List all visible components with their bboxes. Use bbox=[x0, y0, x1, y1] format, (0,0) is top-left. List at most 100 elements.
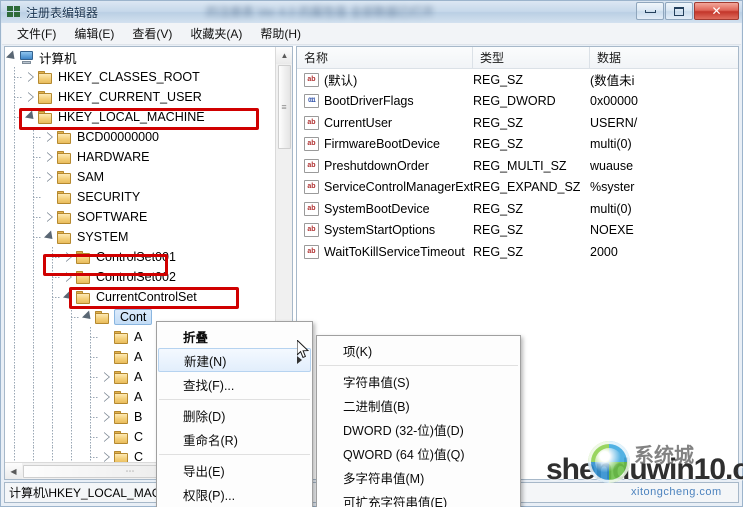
context-menu-item[interactable]: 删除(D) bbox=[157, 403, 312, 427]
tree-guide bbox=[24, 387, 43, 407]
table-row[interactable]: ab PreshutdownOrder REG_MULTI_SZ wuause bbox=[297, 155, 738, 177]
tree-item-label: HKEY_LOCAL_MACHINE bbox=[58, 110, 205, 124]
tree-guide bbox=[62, 447, 81, 462]
menu-help[interactable]: 帮助(H) bbox=[251, 23, 310, 44]
value-name-cell: ab PreshutdownOrder bbox=[297, 158, 473, 173]
table-row[interactable]: ab FirmwareBootDevice REG_SZ multi(0) bbox=[297, 134, 738, 156]
tree-item-label: HKEY_CURRENT_USER bbox=[58, 90, 202, 104]
tree-item-hkey-current-user[interactable]: HKEY_CURRENT_USER bbox=[5, 87, 275, 107]
context-menu-item[interactable]: 折叠 bbox=[157, 324, 312, 348]
submenu-item[interactable]: 多字符串值(M) bbox=[317, 465, 520, 489]
title-bar: 注册表编辑器 的注册表 Ver 4.0 的属性值 全部数据已打开 ✕ bbox=[1, 1, 742, 23]
tree-item-software[interactable]: SOFTWARE bbox=[5, 207, 275, 227]
new-submenu[interactable]: 项(K) 字符串值(S) 二进制值(B) DWORD (32-位)值(D) QWORD … bbox=[316, 335, 521, 507]
menu-favorites[interactable]: 收藏夹(A) bbox=[181, 23, 251, 44]
menu-edit[interactable]: 编辑(E) bbox=[65, 23, 123, 44]
expand-arrow-icon[interactable] bbox=[43, 127, 56, 147]
table-row[interactable]: ab SystemBootDevice REG_SZ multi(0) bbox=[297, 198, 738, 220]
maximize-button[interactable] bbox=[665, 2, 693, 20]
tree-guide bbox=[81, 327, 100, 347]
tree-guide bbox=[24, 327, 43, 347]
expand-arrow-icon[interactable] bbox=[100, 427, 113, 447]
values-list[interactable]: ab (默认) REG_SZ (数值未i 011100 BootDriverFlags RE… bbox=[297, 69, 738, 263]
submenu-item[interactable]: DWORD (32-位)值(D) bbox=[317, 417, 520, 441]
expand-arrow-icon[interactable] bbox=[43, 147, 56, 167]
expand-arrow-icon[interactable] bbox=[62, 267, 75, 287]
tree-item-controlset002[interactable]: ControlSet002 bbox=[5, 267, 275, 287]
expand-arrow-icon[interactable] bbox=[100, 447, 113, 462]
collapse-arrow-icon[interactable] bbox=[81, 307, 94, 327]
tree-guide bbox=[43, 407, 62, 427]
submenu-item[interactable]: 项(K) bbox=[317, 338, 520, 362]
collapse-arrow-icon[interactable] bbox=[62, 287, 75, 307]
collapse-arrow-icon[interactable] bbox=[24, 107, 37, 127]
table-row[interactable]: ab (默认) REG_SZ (数值未i bbox=[297, 69, 738, 91]
tree-item-hkey-local-machine[interactable]: HKEY_LOCAL_MACHINE bbox=[5, 107, 275, 127]
tree-item-currentcontrolset[interactable]: CurrentControlSet bbox=[5, 287, 275, 307]
tree-guide bbox=[81, 347, 100, 367]
context-menu-item[interactable]: 新建(N) bbox=[158, 348, 311, 372]
blurred-title-text: 的注册表 Ver 4.0 的属性值 全部数据已打开 bbox=[206, 5, 435, 18]
table-row[interactable]: ab SystemStartOptions REG_SZ NOEXE bbox=[297, 220, 738, 242]
tree-guide bbox=[43, 267, 62, 287]
expand-arrow-icon[interactable] bbox=[43, 167, 56, 187]
close-button[interactable]: ✕ bbox=[694, 2, 739, 20]
collapse-arrow-icon[interactable] bbox=[43, 227, 56, 247]
menu-view[interactable]: 查看(V) bbox=[123, 23, 181, 44]
table-row[interactable]: 011100 BootDriverFlags REG_DWORD 0x00000 bbox=[297, 91, 738, 113]
context-menu-item[interactable]: 重命名(R) bbox=[157, 427, 312, 451]
tree-item-hkey-classes-root[interactable]: HKEY_CLASSES_ROOT bbox=[5, 67, 275, 87]
expand-arrow-icon[interactable] bbox=[62, 247, 75, 267]
submenu-item[interactable]: 二进制值(B) bbox=[317, 393, 520, 417]
expand-arrow-icon[interactable] bbox=[43, 207, 56, 227]
tree-guide bbox=[5, 167, 24, 187]
tree-item-security[interactable]: SECURITY bbox=[5, 187, 275, 207]
expand-arrow-icon[interactable] bbox=[100, 387, 113, 407]
tree-guide bbox=[81, 387, 100, 407]
submenu-item[interactable]: 可扩充字符串值(E) bbox=[317, 489, 520, 507]
folder-icon bbox=[113, 410, 130, 425]
expand-arrow-icon[interactable] bbox=[24, 87, 37, 107]
tree-item-hardware[interactable]: HARDWARE bbox=[5, 147, 275, 167]
tree-item-sam[interactable]: SAM bbox=[5, 167, 275, 187]
submenu-item[interactable]: QWORD (64 位)值(Q) bbox=[317, 441, 520, 465]
collapse-arrow-icon[interactable] bbox=[5, 47, 18, 67]
column-header-type[interactable]: 类型 bbox=[473, 47, 590, 68]
expand-arrow-icon[interactable] bbox=[100, 407, 113, 427]
folder-icon bbox=[113, 350, 130, 365]
value-name-label: CurrentUser bbox=[324, 115, 393, 130]
context-menu-item[interactable]: 权限(P)... bbox=[157, 482, 312, 506]
minimize-button[interactable] bbox=[636, 2, 664, 20]
expand-arrow-icon[interactable] bbox=[100, 367, 113, 387]
tree-item-controlset001[interactable]: ControlSet001 bbox=[5, 247, 275, 267]
menu-file[interactable]: 文件(F) bbox=[8, 23, 65, 44]
context-menu-item[interactable]: 查找(F)... bbox=[157, 372, 312, 396]
expand-arrow-icon[interactable] bbox=[24, 67, 37, 87]
tree-item-system[interactable]: SYSTEM bbox=[5, 227, 275, 247]
tree-guide bbox=[24, 167, 43, 187]
tree-guide bbox=[43, 247, 62, 267]
tree-item--[interactable]: 计算机 bbox=[5, 47, 275, 67]
folder-icon bbox=[56, 150, 73, 165]
value-type-cell: REG_SZ bbox=[473, 137, 524, 152]
value-name-cell: ab ServiceControlManagerExtension bbox=[297, 180, 473, 195]
value-data-cell: multi(0) bbox=[590, 137, 632, 152]
folder-icon bbox=[113, 430, 130, 445]
tree-guide bbox=[43, 447, 62, 462]
table-row[interactable]: ab WaitToKillServiceTimeout REG_SZ 2000 bbox=[297, 241, 738, 263]
tree-context-menu[interactable]: 折叠新建(N)查找(F)...删除(D)重命名(R)导出(E)权限(P)...复… bbox=[156, 321, 313, 507]
table-row[interactable]: ab CurrentUser REG_SZ USERN/ bbox=[297, 112, 738, 134]
tree-guide bbox=[24, 127, 43, 147]
tree-guide bbox=[24, 147, 43, 167]
context-menu-item[interactable]: 导出(E) bbox=[157, 458, 312, 482]
binary-value-icon: 011100 bbox=[304, 94, 319, 109]
tree-item-bcd00000000[interactable]: BCD00000000 bbox=[5, 127, 275, 147]
tree-guide bbox=[43, 347, 62, 367]
column-header-name[interactable]: 名称 bbox=[297, 47, 473, 68]
column-header-data[interactable]: 数据 bbox=[590, 47, 738, 68]
submenu-item[interactable]: 字符串值(S) bbox=[317, 369, 520, 393]
folder-icon bbox=[37, 70, 54, 85]
folder-icon bbox=[113, 390, 130, 405]
folder-icon bbox=[56, 130, 73, 145]
table-row[interactable]: ab ServiceControlManagerExtensionREG_EXPA… bbox=[297, 177, 738, 199]
